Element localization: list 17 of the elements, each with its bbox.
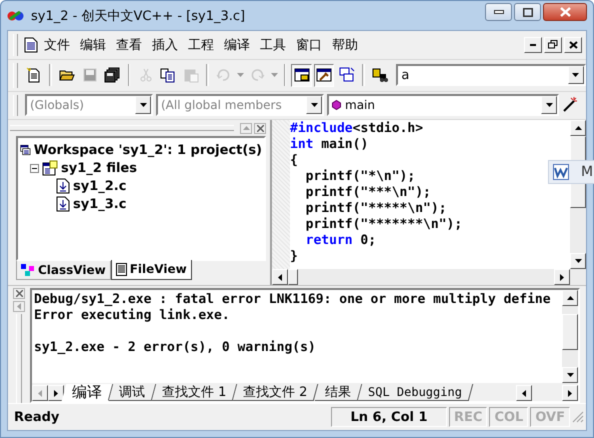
code-line: printf("*\n"); (304, 169, 416, 185)
preview-label: Mi (581, 164, 594, 180)
status-indicator: OVF (530, 407, 570, 428)
code-line: } (290, 249, 298, 266)
code-line: #include<stdio.h> (290, 121, 424, 137)
code-line: printf("*****\n"); (304, 201, 447, 217)
status-indicator: REC (449, 407, 488, 428)
window-title: sy1_2 - 创天中文VC++ - [sy1_3.c] (31, 8, 246, 24)
code-line: printf("***\n"); (304, 185, 431, 201)
code-line: int main() (290, 137, 368, 154)
status-indicator: COL (489, 407, 528, 428)
code-line: return 0; (304, 233, 376, 250)
status-message: Ready (13, 410, 60, 425)
code-line: { (290, 153, 298, 170)
cursor-position: Ln 6, Col 1 (331, 407, 448, 428)
output-log: Debug/sy1_2.exe : fatal error LNK1169: one or more multiply define Error executing link.exe. sy1_2.exe - 2 error(s), 0 warning(s) (33, 291, 552, 358)
code-line: printf("*******\n"); (304, 217, 462, 234)
